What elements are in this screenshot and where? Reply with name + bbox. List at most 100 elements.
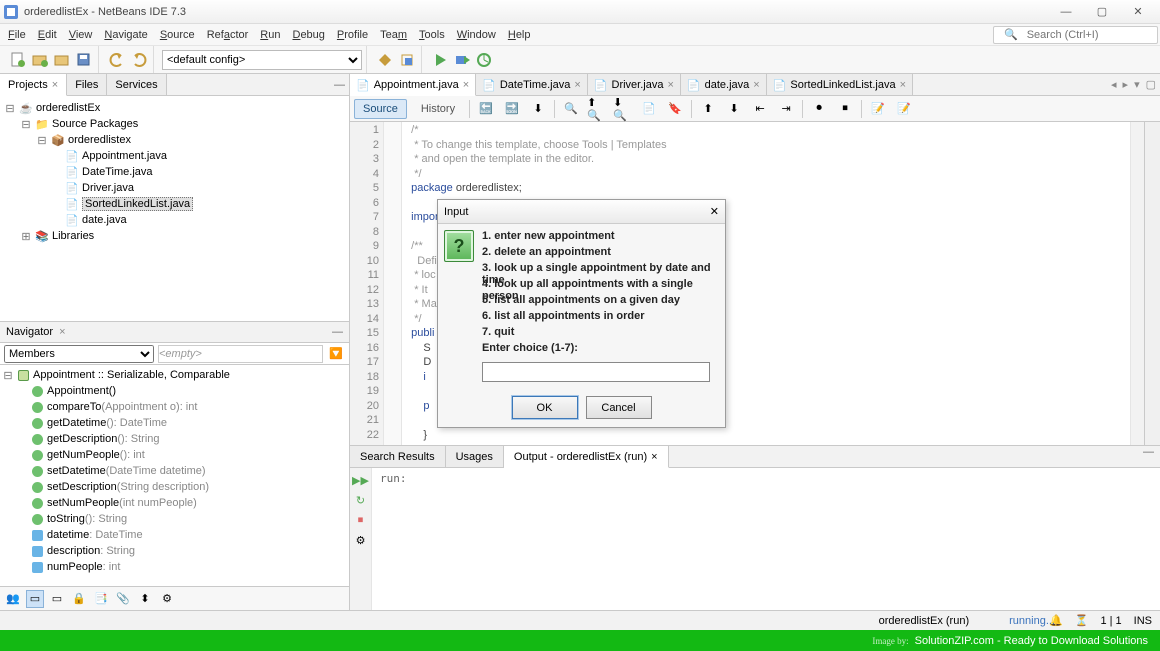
show-fields-icon[interactable]: ▭ [26,590,44,608]
close-icon[interactable]: × [667,79,673,91]
maximize-button[interactable]: ▢ [1084,1,1120,23]
shift-right-icon[interactable]: ⇥ [776,99,796,119]
editor-tab[interactable]: 📄Driver.java× [588,74,681,95]
output-text[interactable]: run: [372,468,1160,610]
menu-edit[interactable]: Edit [32,27,63,43]
tree-node[interactable]: orderedlistex [68,134,131,146]
close-icon[interactable]: × [59,326,65,338]
minimize-panel-icon[interactable]: — [332,326,343,338]
tree-node[interactable]: Source Packages [52,118,138,130]
run-button[interactable] [430,50,450,70]
next-bookmark-icon[interactable]: ⬇ [724,99,744,119]
dialog-close-icon[interactable]: ✕ [710,205,719,218]
macro-record-icon[interactable]: ⏺ [809,99,829,119]
close-icon[interactable]: × [900,79,906,91]
rerun-icon[interactable]: ▶▶ [353,472,369,488]
nav-forward-icon[interactable]: 🔜 [502,99,522,119]
cancel-button[interactable]: Cancel [586,396,652,419]
menu-tools[interactable]: Tools [413,27,451,43]
config-selector[interactable]: <default config> [162,50,362,70]
navigator-item[interactable]: getNumPeople() : int [2,447,347,463]
menu-run[interactable]: Run [254,27,286,43]
close-icon[interactable]: × [52,79,58,91]
minimize-button[interactable]: — [1048,1,1084,23]
sort-icon[interactable]: 📑 [92,590,110,608]
close-icon[interactable]: × [753,79,759,91]
close-icon[interactable]: × [651,451,657,463]
fold-gutter[interactable] [384,122,402,445]
navigator-item[interactable]: compareTo(Appointment o) : int [2,399,347,415]
dialog-titlebar[interactable]: Input ✕ [438,200,725,224]
editor-tab[interactable]: 📄SortedLinkedList.java× [767,74,913,95]
menu-debug[interactable]: Debug [286,27,330,43]
profile-button[interactable] [474,50,494,70]
tab-list-icon[interactable]: ▾ [1134,78,1140,91]
filter-icon[interactable]: 📎 [114,590,132,608]
save-all-button[interactable] [74,50,94,70]
members-filter-input[interactable] [158,345,323,363]
navigator-item[interactable]: numPeople : int [2,559,347,575]
status-progress-icon[interactable]: ⏳ [1075,614,1089,627]
close-icon[interactable]: × [463,79,469,91]
dialog-input[interactable] [482,362,710,382]
members-select[interactable]: Members [4,345,154,363]
menu-navigate[interactable]: Navigate [98,27,153,43]
maximize-editor-icon[interactable]: ▢ [1146,78,1156,91]
tab-scroll-right-icon[interactable]: ▸ [1123,78,1129,91]
projects-tree[interactable]: ⊟☕orderedlistEx ⊟📁Source Packages ⊟📦orde… [0,96,349,321]
navigator-item[interactable]: Appointment() [2,383,347,399]
navigator-item[interactable]: datetime : DateTime [2,527,347,543]
vertical-scrollbar[interactable] [1144,122,1160,445]
find-selection-icon[interactable]: 🔍 [561,99,581,119]
navigator-item[interactable]: ⊟Appointment :: Serializable, Comparable [2,367,347,383]
editor-tab[interactable]: 📄date.java× [681,74,767,95]
minimize-panel-icon[interactable]: — [1137,446,1160,467]
source-view-button[interactable]: Source [354,99,407,119]
stop-icon[interactable]: ⏹ [353,512,369,528]
navigator-item[interactable]: toString() : String [2,511,347,527]
find-next-icon[interactable]: ⬇🔍 [613,99,633,119]
new-project-button[interactable] [30,50,50,70]
menu-window[interactable]: Window [451,27,502,43]
navigator-tree[interactable]: ⊟Appointment :: Serializable, Comparable… [0,365,349,586]
close-icon[interactable]: × [574,79,580,91]
navigator-item[interactable]: description : String [2,543,347,559]
menu-profile[interactable]: Profile [331,27,374,43]
tree-node[interactable]: Driver.java [82,182,134,194]
tree-node[interactable]: date.java [82,214,127,226]
show-static-icon[interactable]: ▭ [48,590,66,608]
navigator-item[interactable]: setNumPeople(int numPeople) [2,495,347,511]
output-tab[interactable]: Usages [446,446,504,467]
error-stripe[interactable] [1130,122,1144,445]
tree-node[interactable]: Libraries [52,230,94,242]
undo-button[interactable] [107,50,127,70]
rerun-failed-icon[interactable]: ↻ [353,492,369,508]
ok-button[interactable]: OK [512,396,578,419]
toggle-highlight-icon[interactable]: 📄 [639,99,659,119]
nav-back-icon[interactable]: 🔙 [476,99,496,119]
tab-services[interactable]: Services [107,74,166,95]
settings-icon[interactable]: ⚙ [353,532,369,548]
navigator-item[interactable]: getDescription() : String [2,431,347,447]
output-tab[interactable]: Output - orderedlistEx (run)× [504,446,669,468]
tab-files[interactable]: Files [67,74,107,95]
tree-node[interactable]: Appointment.java [82,150,167,162]
uncomment-icon[interactable]: 📝 [894,99,914,119]
find-prev-icon[interactable]: ⬆🔍 [587,99,607,119]
comment-icon[interactable]: 📝 [868,99,888,119]
navigator-item[interactable]: getDatetime() : DateTime [2,415,347,431]
last-edit-icon[interactable]: ⬇ [528,99,548,119]
editor-tab[interactable]: 📄DateTime.java× [476,74,588,95]
options-icon[interactable]: ⚙ [158,590,176,608]
clean-build-button[interactable] [397,50,417,70]
close-button[interactable]: ✕ [1120,1,1156,23]
navigator-item[interactable]: setDescription(String description) [2,479,347,495]
menu-file[interactable]: File [2,27,32,43]
new-file-button[interactable] [8,50,28,70]
group-icon[interactable]: ⬍ [136,590,154,608]
quick-search[interactable]: 🔍 [993,26,1158,44]
tree-node[interactable]: DateTime.java [82,166,153,178]
history-view-button[interactable]: History [413,100,463,118]
macro-stop-icon[interactable]: ⏹ [835,99,855,119]
navigator-item[interactable]: setDatetime(DateTime datetime) [2,463,347,479]
